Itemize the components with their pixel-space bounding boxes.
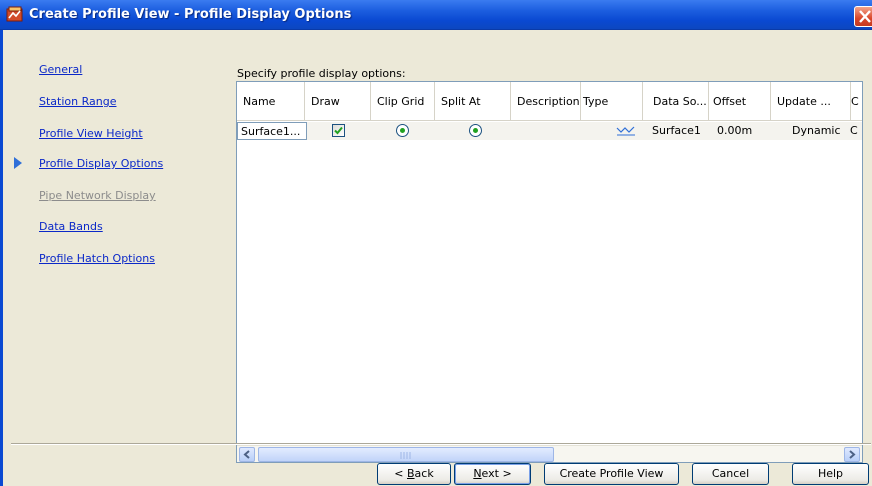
profile-display-grid[interactable]: Name Draw Clip Grid Split At Description… — [236, 81, 863, 463]
nav-item-general[interactable]: General — [39, 63, 82, 76]
profile-type-icon[interactable] — [616, 125, 636, 136]
column-header-data-source[interactable]: Data So... — [643, 82, 709, 121]
grip-icon — [400, 452, 411, 459]
scroll-left-icon — [243, 450, 250, 459]
scroll-left-button[interactable] — [239, 447, 255, 462]
scroll-right-button[interactable] — [844, 447, 860, 462]
nav-item-data-bands[interactable]: Data Bands — [39, 220, 103, 233]
column-header-split-at[interactable]: Split At — [435, 82, 511, 121]
help-button[interactable]: Help — [792, 463, 869, 485]
grid-header: Name Draw Clip Grid Split At Description… — [237, 82, 862, 121]
draw-checkbox[interactable] — [332, 124, 345, 137]
table-row[interactable]: Surface1... Surface1 0.00m Dynamic C — [237, 122, 862, 140]
nav-item-pipe-network-display: Pipe Network Display — [39, 189, 156, 202]
column-header-type[interactable]: Type — [581, 82, 643, 121]
split-at-radio[interactable] — [469, 124, 482, 137]
column-header-extra[interactable]: C — [851, 82, 862, 121]
extra-cell[interactable]: C — [850, 122, 862, 140]
nav-item-profile-view-height[interactable]: Profile View Height — [39, 127, 143, 140]
column-header-description[interactable]: Description — [511, 82, 581, 121]
scroll-right-icon — [849, 450, 856, 459]
app-icon — [6, 6, 24, 23]
current-step-arrow-icon — [14, 157, 22, 169]
window-title: Create Profile View - Profile Display Op… — [29, 7, 352, 22]
nav-item-station-range[interactable]: Station Range — [39, 95, 116, 108]
column-header-draw[interactable]: Draw — [305, 82, 371, 121]
update-mode-cell[interactable]: Dynamic — [789, 122, 851, 140]
create-profile-view-button[interactable]: Create Profile View — [544, 463, 679, 485]
column-header-update[interactable]: Update ... — [771, 82, 851, 121]
clip-grid-radio[interactable] — [396, 124, 409, 137]
column-header-clip-grid[interactable]: Clip Grid — [371, 82, 435, 121]
cancel-button[interactable]: Cancel — [692, 463, 769, 485]
checkmark-icon — [334, 126, 343, 135]
close-icon — [859, 10, 871, 23]
nav-item-profile-display-options[interactable]: Profile Display Options — [39, 157, 163, 170]
data-source-cell[interactable]: Surface1 — [649, 122, 709, 140]
dialog-body: General Station Range Profile View Heigh… — [0, 30, 872, 486]
close-button[interactable] — [854, 6, 872, 27]
nav-item-profile-hatch-options[interactable]: Profile Hatch Options — [39, 252, 155, 265]
column-header-offset[interactable]: Offset — [709, 82, 771, 121]
back-button[interactable]: < Back — [377, 463, 451, 485]
column-header-name[interactable]: Name — [237, 82, 305, 121]
wizard-navigation: General Station Range Profile View Heigh… — [3, 30, 229, 450]
window-title-bar[interactable]: Create Profile View - Profile Display Op… — [0, 0, 872, 30]
name-cell[interactable]: Surface1... — [237, 122, 307, 140]
horizontal-scrollbar[interactable] — [237, 445, 862, 462]
instruction-label: Specify profile display options: — [237, 67, 406, 80]
description-cell[interactable] — [511, 122, 581, 140]
offset-cell[interactable]: 0.00m — [714, 122, 771, 140]
next-button[interactable]: Next > — [454, 463, 531, 485]
footer-separator — [11, 443, 871, 445]
scroll-thumb[interactable] — [258, 447, 554, 462]
